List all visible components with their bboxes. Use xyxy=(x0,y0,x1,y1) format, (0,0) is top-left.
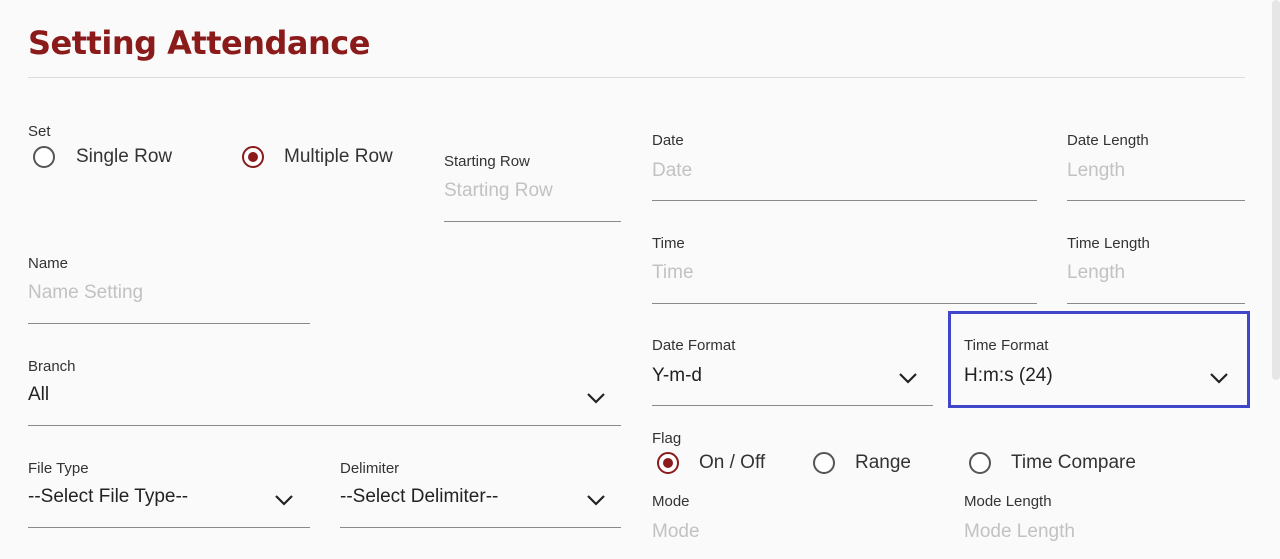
delimiter-label: Delimiter xyxy=(340,460,400,477)
time-format-select[interactable]: H:m:s (24) xyxy=(964,365,1053,387)
date-length-input[interactable]: Length xyxy=(1067,160,1125,182)
page-title: Setting Attendance xyxy=(28,24,370,62)
time-format-label: Time Format xyxy=(964,337,1049,354)
starting-row-underline xyxy=(444,221,621,222)
time-length-underline xyxy=(1067,303,1245,304)
chevron-down-icon[interactable] xyxy=(274,493,294,507)
date-format-select[interactable]: Y-m-d xyxy=(652,365,702,387)
file-type-underline xyxy=(28,527,310,528)
flag-option-range[interactable] xyxy=(813,452,835,474)
chevron-down-icon[interactable] xyxy=(586,493,606,507)
single-row-radio[interactable] xyxy=(33,146,55,168)
starting-row-label: Starting Row xyxy=(444,153,530,170)
mode-input[interactable]: Mode xyxy=(652,521,700,543)
set-option-single-row[interactable] xyxy=(33,146,55,168)
chevron-down-icon[interactable] xyxy=(586,391,606,405)
on-off-radio[interactable] xyxy=(657,452,679,474)
vertical-scrollbar[interactable] xyxy=(1272,0,1280,380)
flag-option-time-compare[interactable] xyxy=(969,452,991,474)
date-input[interactable]: Date xyxy=(652,160,692,182)
file-type-label: File Type xyxy=(28,460,89,477)
date-format-underline xyxy=(652,405,933,406)
name-underline xyxy=(28,323,310,324)
range-radio[interactable] xyxy=(813,452,835,474)
time-input[interactable]: Time xyxy=(652,262,694,284)
branch-underline xyxy=(28,425,621,426)
on-off-label[interactable]: On / Off xyxy=(699,452,765,474)
flag-option-on-off[interactable] xyxy=(657,452,679,474)
date-format-label: Date Format xyxy=(652,337,736,354)
multiple-row-label[interactable]: Multiple Row xyxy=(284,146,393,168)
mode-label: Mode xyxy=(652,493,690,510)
chevron-down-icon[interactable] xyxy=(1209,371,1229,385)
multiple-row-radio[interactable] xyxy=(242,146,264,168)
delimiter-select[interactable]: --Select Delimiter-- xyxy=(340,486,498,508)
mode-length-label: Mode Length xyxy=(964,493,1052,510)
time-compare-label[interactable]: Time Compare xyxy=(1011,452,1136,474)
branch-label: Branch xyxy=(28,358,76,375)
mode-length-input[interactable]: Mode Length xyxy=(964,521,1075,543)
time-underline xyxy=(652,303,1037,304)
flag-label: Flag xyxy=(652,430,682,447)
time-compare-radio[interactable] xyxy=(969,452,991,474)
set-option-multiple-row[interactable] xyxy=(242,146,264,168)
date-label: Date xyxy=(652,132,684,149)
time-length-input[interactable]: Length xyxy=(1067,262,1125,284)
time-label: Time xyxy=(652,235,685,252)
starting-row-input[interactable]: Starting Row xyxy=(444,180,553,202)
chevron-down-icon[interactable] xyxy=(898,371,918,385)
title-divider xyxy=(28,77,1245,78)
range-label[interactable]: Range xyxy=(855,452,911,474)
date-length-underline xyxy=(1067,200,1245,201)
delimiter-underline xyxy=(340,527,621,528)
date-underline xyxy=(652,200,1037,201)
name-label: Name xyxy=(28,255,69,272)
branch-select[interactable]: All xyxy=(28,384,49,406)
time-format-focus-outline[interactable] xyxy=(948,311,1250,408)
single-row-label[interactable]: Single Row xyxy=(76,146,172,168)
time-length-label: Time Length xyxy=(1067,235,1150,252)
file-type-select[interactable]: --Select File Type-- xyxy=(28,486,188,508)
name-input[interactable]: Name Setting xyxy=(28,282,143,304)
date-length-label: Date Length xyxy=(1067,132,1149,149)
set-label: Set xyxy=(28,123,51,140)
